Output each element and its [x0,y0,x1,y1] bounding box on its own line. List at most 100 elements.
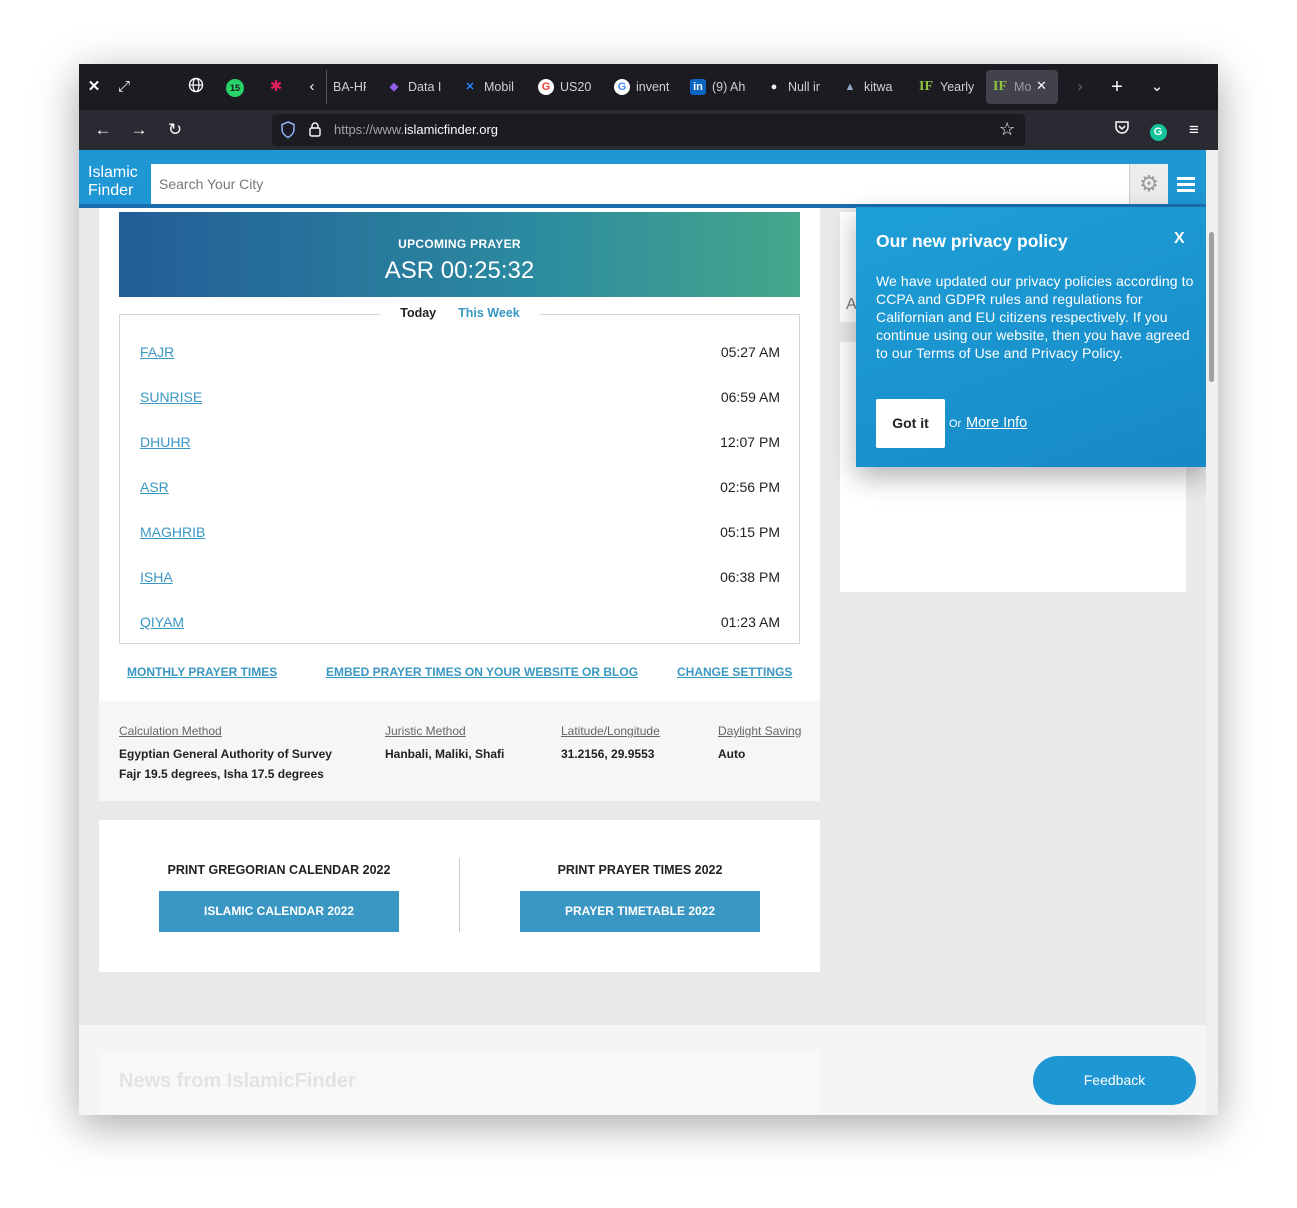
prayer-link-dhuhr[interactable]: DHUHR [140,434,191,450]
confluence-icon: ✕ [465,81,475,93]
prayer-timetable-button[interactable]: PRAYER TIMETABLE 2022 [520,891,760,932]
islamicfinder-icon: IF [919,79,933,94]
feedback-button[interactable]: Feedback [1033,1056,1196,1105]
calc-label[interactable]: Calculation Method [119,724,332,738]
prayer-row-fajr: FAJR 05:27 AM [140,344,780,366]
tab-null[interactable]: ● Null ir [760,70,822,104]
back-icon[interactable]: ← [91,119,115,141]
scroll-tabs-right-icon[interactable]: › [1070,77,1090,97]
upcoming-prayer-banner: UPCOMING PRAYER ASR 00:25:32 [119,212,800,297]
tab-today[interactable]: Today [400,306,436,326]
bookmark-star-icon[interactable]: ☆ [999,119,1015,140]
latitude-longitude: Latitude/Longitude 31.2156, 29.9553 [561,724,660,764]
print-gregorian-title: PRINT GREGORIAN CALENDAR 2022 [167,863,391,877]
upcoming-countdown: ASR 00:25:32 [384,257,535,284]
tab-label: Mobil [484,80,514,94]
upcoming-label: UPCOMING PRAYER [398,237,521,251]
pocket-icon[interactable] [1110,119,1134,141]
dst-value: Auto [718,747,746,761]
print-prayer-section: PRINT PRAYER TIMES 2022 PRAYER TIMETABLE… [460,820,820,972]
close-tab-icon[interactable]: ✕ [1036,78,1047,94]
privacy-close-button[interactable]: X [1174,230,1185,248]
url-bar[interactable]: https://www.islamicfinder.org ☆ [272,114,1025,146]
forward-icon[interactable]: → [127,119,151,141]
app-menu-icon[interactable]: ≡ [1182,119,1206,141]
prayer-time: 01:23 AM [720,614,780,630]
prayer-link-fajr[interactable]: FAJR [140,344,174,360]
page-scrollbar[interactable] [1206,150,1218,1115]
latlong-label[interactable]: Latitude/Longitude [561,724,660,738]
prayer-row-sunrise: SUNRISE 06:59 AM [140,389,780,411]
tab-label: Data I [408,80,442,94]
prayer-times-table: Today This Week FAJR 05:27 AM SUNRISE 06… [119,306,800,644]
slack-icon[interactable]: ✱ [266,77,286,97]
navigation-bar: ← → ↻ https://www.islamicfinder.org ☆ G … [79,110,1218,150]
whatsapp-icon[interactable]: 15 [225,77,245,97]
city-search-input[interactable] [151,164,1129,204]
prayer-row-asr: ASR 02:56 PM [140,479,780,501]
juristic-label[interactable]: Juristic Method [385,724,504,738]
url-text[interactable]: https://www.islamicfinder.org [334,122,498,137]
url-prefix: https://www. [334,122,405,137]
fullscreen-icon[interactable]: ⤢ [114,77,134,97]
monthly-prayer-times-link[interactable]: MONTHLY PRAYER TIMES [127,665,277,679]
more-info-link[interactable]: More Info [966,415,1027,431]
tab-mobile[interactable]: ✕ Mobil [456,70,518,104]
lock-icon[interactable] [308,121,322,143]
prayer-link-qiyam[interactable]: QIYAM [140,614,184,630]
prayer-link-sunrise[interactable]: SUNRISE [140,389,202,405]
graduation-cap-icon: ▲ [844,81,856,93]
prayer-link-asr[interactable]: ASR [140,479,169,495]
close-window-icon[interactable]: ✕ [84,77,104,97]
islamic-calendar-button[interactable]: ISLAMIC CALENDAR 2022 [159,891,399,932]
tab-data[interactable]: ◆ Data I [380,70,442,104]
tab-kitwa[interactable]: ▲ kitwa [836,70,898,104]
tab-ba-hf[interactable]: BA-HF [326,70,366,104]
prayer-link-maghrib[interactable]: MAGHRIB [140,524,205,540]
tab-bar: ✕ ⤢ 15 ✱ ‹ BA-HF ◆ Data I ✕ Mobil G US20… [79,64,1218,110]
tab-islamicfinder-active[interactable]: IF Mo ✕ [986,70,1058,104]
got-it-button[interactable]: Got it [876,399,945,448]
print-card: PRINT GREGORIAN CALENDAR 2022 ISLAMIC CA… [99,820,820,972]
prayer-time: 05:15 PM [720,524,780,540]
prayer-tabs: Today This Week [380,306,540,326]
prayer-row-isha: ISHA 06:38 PM [140,569,780,591]
logo-line1: Islamic [88,164,138,181]
tab-yearly[interactable]: IF Yearly [912,70,974,104]
python-icon: ● [770,81,778,93]
calc-value: Egyptian General Authority of Survey Faj… [119,744,332,784]
tab-favicon-icon: ◆ [389,81,399,93]
tab-invent[interactable]: G invent [608,70,670,104]
privacy-or: Or [949,418,962,430]
shield-icon[interactable] [280,121,296,144]
prayer-row-maghrib: MAGHRIB 05:15 PM [140,524,780,546]
hamburger-menu-icon[interactable] [1177,177,1195,192]
prayer-time: 06:59 AM [720,389,780,405]
new-tab-icon[interactable]: + [1107,77,1127,97]
prayer-link-isha[interactable]: ISHA [140,569,173,585]
change-settings-link[interactable]: CHANGE SETTINGS [677,665,792,679]
news-card: News from IslamicFinder [99,1051,820,1115]
url-domain: islamicfinder.org [404,122,499,137]
scroll-tabs-left-icon[interactable]: ‹ [302,77,322,97]
site-logo[interactable]: Islamic Finder [88,164,138,200]
web-page: Islamic Finder ⚙ UPCOMING PRAYER ASR 00:… [79,150,1206,1115]
daylight-saving: Daylight Saving Auto [718,724,801,764]
juristic-value: Hanbali, Maliki, Shafi [385,747,505,761]
privacy-body: We have updated our privacy policies acc… [876,273,1194,361]
embed-prayer-times-link[interactable]: EMBED PRAYER TIMES ON YOUR WEBSITE OR BL… [326,665,638,679]
dst-label[interactable]: Daylight Saving [718,724,801,738]
tab-this-week[interactable]: This Week [458,306,520,326]
tab-linkedin[interactable]: in (9) Ah [684,70,746,104]
scrollbar-thumb[interactable] [1209,232,1214,382]
globe-icon[interactable] [186,77,206,97]
calc-value-line1: Egyptian General Authority of Survey [119,747,332,761]
tab-us20[interactable]: G US20 [532,70,594,104]
privacy-title: Our new privacy policy [876,231,1068,251]
grammarly-icon[interactable]: G [1146,119,1170,141]
list-all-tabs-icon[interactable]: ⌄ [1147,77,1167,97]
print-gregorian-section: PRINT GREGORIAN CALENDAR 2022 ISLAMIC CA… [99,820,459,972]
reload-icon[interactable]: ↻ [163,119,187,141]
settings-gear-icon[interactable]: ⚙ [1129,164,1168,204]
print-prayer-title: PRINT PRAYER TIMES 2022 [557,863,723,877]
